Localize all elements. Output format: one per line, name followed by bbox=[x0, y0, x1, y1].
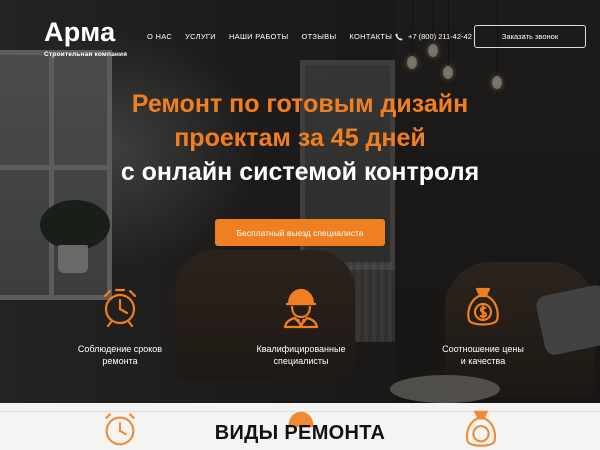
feature-price-quality-text: Соотношение цены и качества bbox=[442, 344, 524, 366]
headline-line-3: с онлайн системой контроля bbox=[120, 158, 480, 186]
brand-name: Арма bbox=[44, 17, 116, 47]
headline-line-2: проектам за 45 дней bbox=[174, 124, 426, 152]
phone-icon bbox=[395, 32, 403, 41]
nav-item-services[interactable]: УСЛУГИ bbox=[185, 32, 216, 41]
nav-item-reviews[interactable]: ОТЗЫВЫ bbox=[301, 32, 336, 41]
free-specialist-visit-button[interactable]: Бесплатный выезд специалиста bbox=[215, 219, 385, 246]
alarm-clock-icon bbox=[103, 288, 137, 328]
money-bag-icon bbox=[467, 287, 499, 326]
feature-specialists: Квалифицированные специалисты bbox=[221, 285, 381, 367]
feature-deadlines-text: Соблюдение сроков ремонта bbox=[77, 344, 163, 366]
nav-item-contacts[interactable]: КОНТАКТЫ bbox=[349, 32, 392, 41]
nav-item-our-works[interactable]: НАШИ РАБОТЫ bbox=[229, 32, 288, 41]
logo[interactable]: Арма Строительная компания bbox=[44, 17, 127, 58]
feature-specialists-text: Квалифицированные специалисты bbox=[256, 344, 346, 366]
headline-line-1: Ремонт по готовым дизайн bbox=[131, 90, 469, 118]
main-nav: О НАС УСЛУГИ НАШИ РАБОТЫ ОТЗЫВЫ КОНТАКТЫ bbox=[147, 32, 392, 41]
phone-number: +7 (800) 211-42-42 bbox=[408, 32, 472, 41]
request-call-button[interactable]: Заказать звонок bbox=[474, 25, 586, 48]
nav-item-about[interactable]: О НАС bbox=[147, 32, 172, 41]
brand-tagline: Строительная компания bbox=[44, 51, 128, 58]
hero-headline: Ремонт по готовым дизайн проектам за 45 … bbox=[0, 87, 600, 189]
section-title: ВИДЫ РЕМОНТА bbox=[214, 422, 386, 444]
feature-price-quality: Соотношение цены и качества bbox=[403, 285, 563, 367]
worker-helmet-icon bbox=[283, 288, 319, 329]
phone-link[interactable]: +7 (800) 211-42-42 bbox=[395, 32, 472, 41]
feature-deadlines: Соблюдение сроков ремонта bbox=[40, 285, 200, 367]
repair-types-section: ВИДЫ РЕМОНТА bbox=[0, 403, 600, 450]
